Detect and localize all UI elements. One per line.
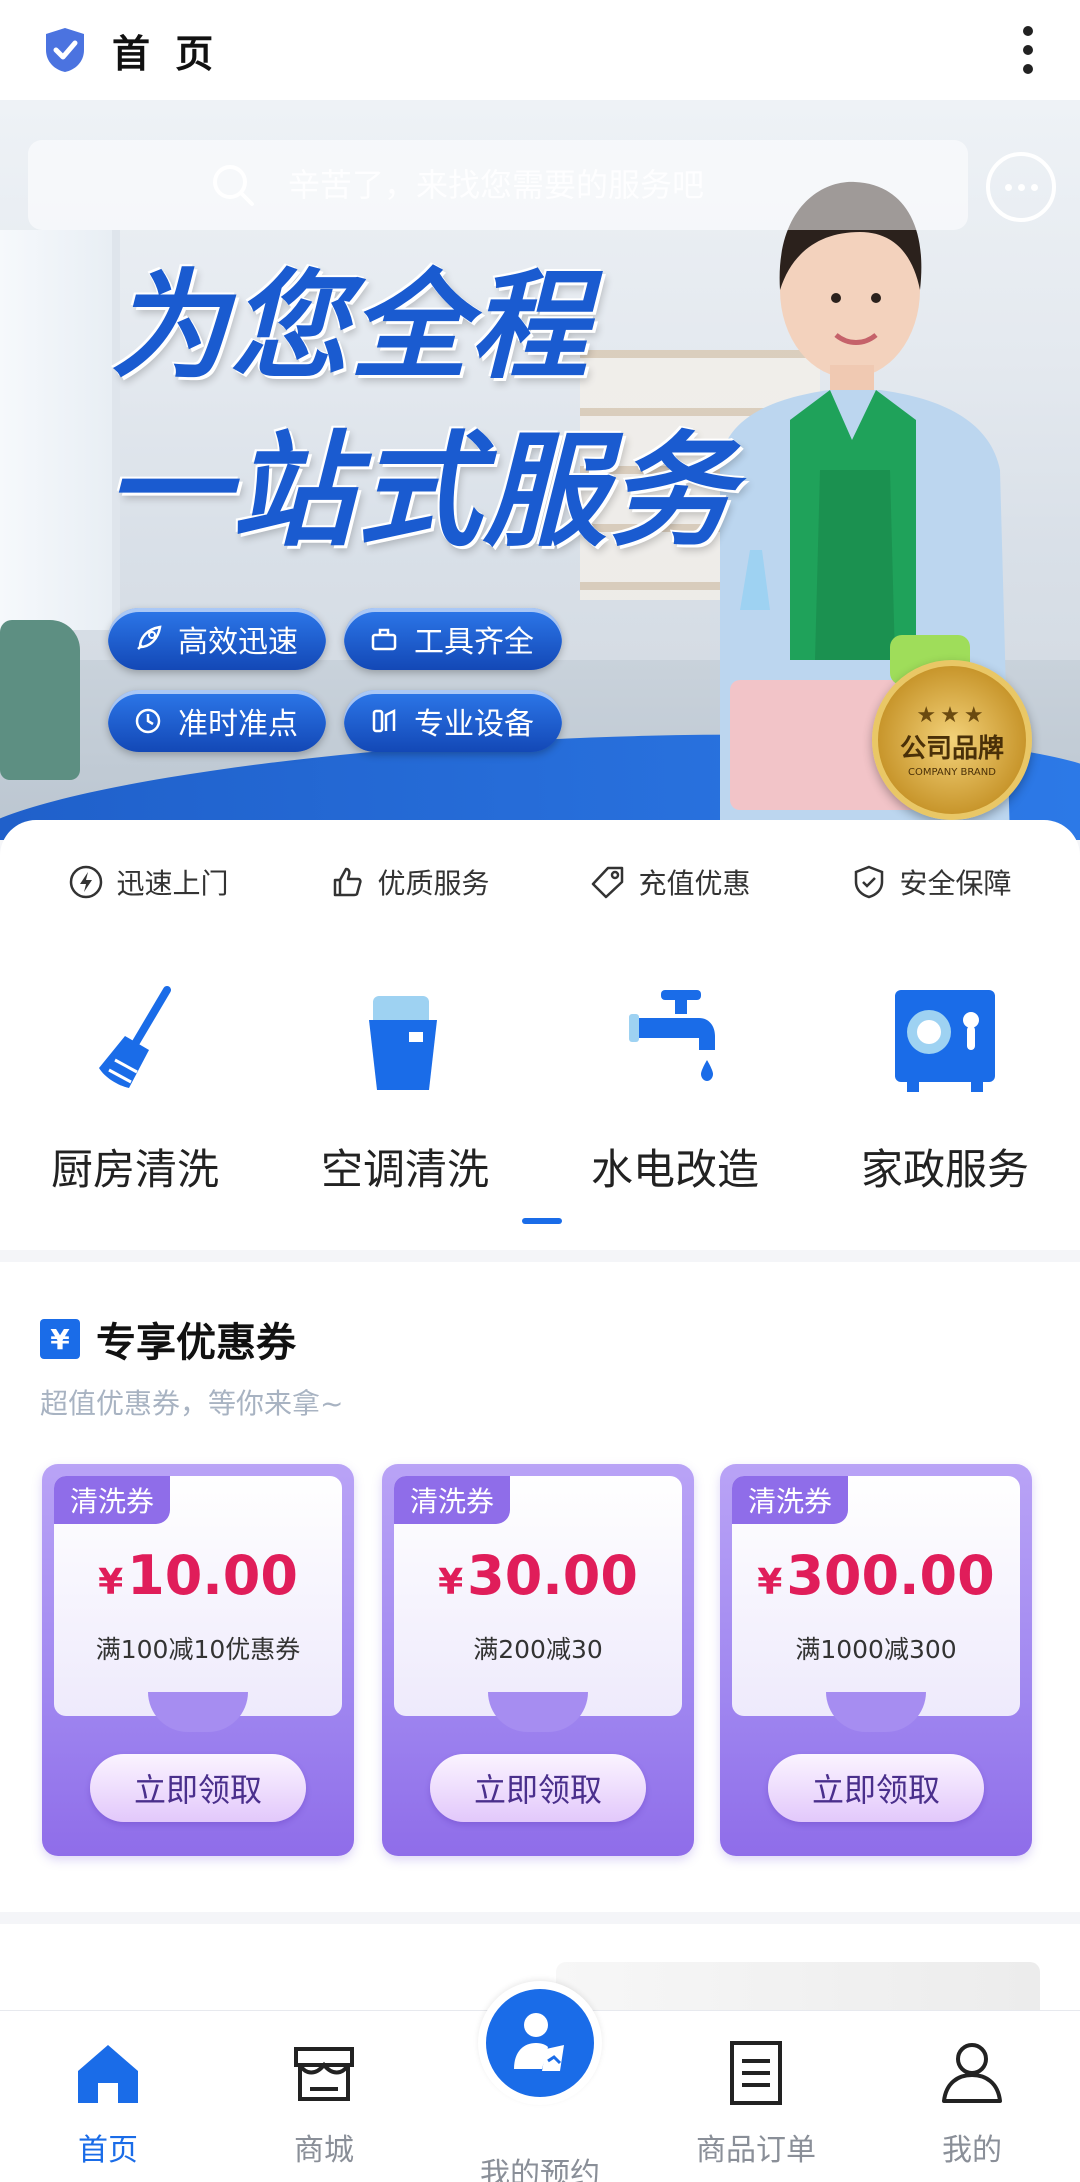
chat-icon[interactable]: [986, 152, 1056, 222]
search-bar[interactable]: [28, 140, 968, 230]
yen-icon: ¥: [40, 1319, 80, 1359]
tab-mine[interactable]: 我的: [864, 2011, 1080, 2182]
banner-pill-4: 专业设备: [344, 690, 562, 752]
feature-item: 充值优惠: [590, 862, 751, 902]
coupon-card: 清洗券 ¥10.00 满100减10优惠券 立即领取: [42, 1464, 354, 1856]
equipment-icon: [372, 708, 396, 733]
claim-coupon-button[interactable]: 立即领取: [430, 1754, 646, 1822]
tab-store[interactable]: 商城: [216, 2011, 432, 2182]
tab-home[interactable]: 首页: [0, 2011, 216, 2182]
coupon-section: ¥ 专享优惠券 超值优惠券，等你来拿~ 清洗券 ¥10.00 满100减10优惠…: [0, 1262, 1080, 1912]
services-card: 迅速上门 优质服务 充值优惠 安全保障 厨房清洗 空调清洗 水电改造 家政服务: [0, 820, 1080, 1250]
hero-banner[interactable]: ★★★ 公司品牌 COMPANY BRAND 为您全程 一站式服务 高效迅速 工…: [0, 100, 1080, 840]
section-header: ¥ 专享优惠券: [40, 1310, 296, 1368]
broom-icon: [99, 986, 171, 1088]
user-icon: [942, 2043, 1002, 2103]
coupon-amount: ¥300.00: [757, 1544, 995, 1607]
booking-icon: [478, 1981, 602, 2105]
coupon-amount: ¥10.00: [98, 1544, 298, 1607]
tag-icon: [592, 866, 624, 899]
claim-coupon-button[interactable]: 立即领取: [768, 1754, 984, 1822]
clock-icon: [135, 708, 161, 734]
banner-headline-line2: 一站式服务: [105, 420, 736, 564]
bottom-tab-bar: 首页 商城 我的预约 商品订单 我的: [0, 1981, 1080, 2182]
search-input[interactable]: [288, 166, 848, 204]
bucket-icon: [369, 996, 437, 1090]
company-brand-badge: ★★★ 公司品牌 COMPANY BRAND: [872, 660, 1032, 820]
feature-item: 优质服务: [329, 862, 490, 902]
tab-my-bookings[interactable]: 我的预约: [432, 1981, 648, 2182]
page-title: 首 页: [112, 31, 220, 76]
rocket-icon: [137, 625, 162, 650]
service-plumbing-electrical[interactable]: 水电改造: [555, 980, 795, 1197]
service-kitchen-cleaning[interactable]: 厨房清洗: [15, 980, 255, 1197]
coupon-tag: 清洗券: [394, 1476, 511, 1524]
top-app-bar: 首 页: [0, 0, 1080, 100]
banner-pill-1: 高效迅速: [108, 608, 326, 670]
feature-item: 安全保障: [851, 862, 1012, 902]
banner-pill-2: 工具齐全: [344, 608, 562, 670]
coupon-tag: 清洗券: [54, 1476, 171, 1524]
tab-product-orders[interactable]: 商品订单: [648, 2011, 864, 2182]
coupon-description: 满100减10优惠券: [95, 1635, 301, 1664]
more-options-icon[interactable]: [1018, 20, 1038, 80]
orders-icon: [730, 2041, 782, 2105]
lightning-icon: [70, 865, 103, 899]
feature-strip: 迅速上门 优质服务 充值优惠 安全保障: [0, 862, 1080, 902]
carousel-page-indicator: [522, 1218, 562, 1224]
banner-pill-3: 准时准点: [108, 690, 326, 752]
coupon-card: 清洗券 ¥30.00 满200减30 立即领取: [382, 1464, 694, 1856]
home-icon: [78, 2045, 138, 2103]
thumbs-up-icon: [334, 867, 363, 897]
washing-machine-icon: [895, 990, 995, 1092]
service-ac-cleaning[interactable]: 空调清洗: [285, 980, 525, 1197]
toolbox-icon: [371, 628, 397, 651]
feature-item: 迅速上门: [68, 862, 229, 902]
coupon-tag: 清洗券: [732, 1476, 849, 1524]
shield-icon: [855, 865, 884, 899]
coupon-description: 满1000减300: [795, 1635, 957, 1664]
section-subtitle: 超值优惠券，等你来拿~: [40, 1387, 344, 1420]
faucet-icon: [629, 990, 715, 1081]
store-icon: [294, 2047, 354, 2101]
coupon-card: 清洗券 ¥300.00 满1000减300 立即领取: [720, 1464, 1032, 1856]
banner-headline-line1: 为您全程: [110, 257, 591, 395]
section-title: 专享优惠券: [96, 1320, 296, 1366]
shield-check-icon: [42, 26, 88, 74]
service-categories: 厨房清洗 空调清洗 水电改造 家政服务: [0, 980, 1080, 1197]
claim-coupon-button[interactable]: 立即领取: [90, 1754, 306, 1822]
search-icon: [213, 165, 254, 206]
coupon-description: 满200减30: [473, 1635, 603, 1664]
coupon-amount: ¥30.00: [438, 1544, 638, 1607]
service-housekeeping[interactable]: 家政服务: [825, 980, 1065, 1197]
